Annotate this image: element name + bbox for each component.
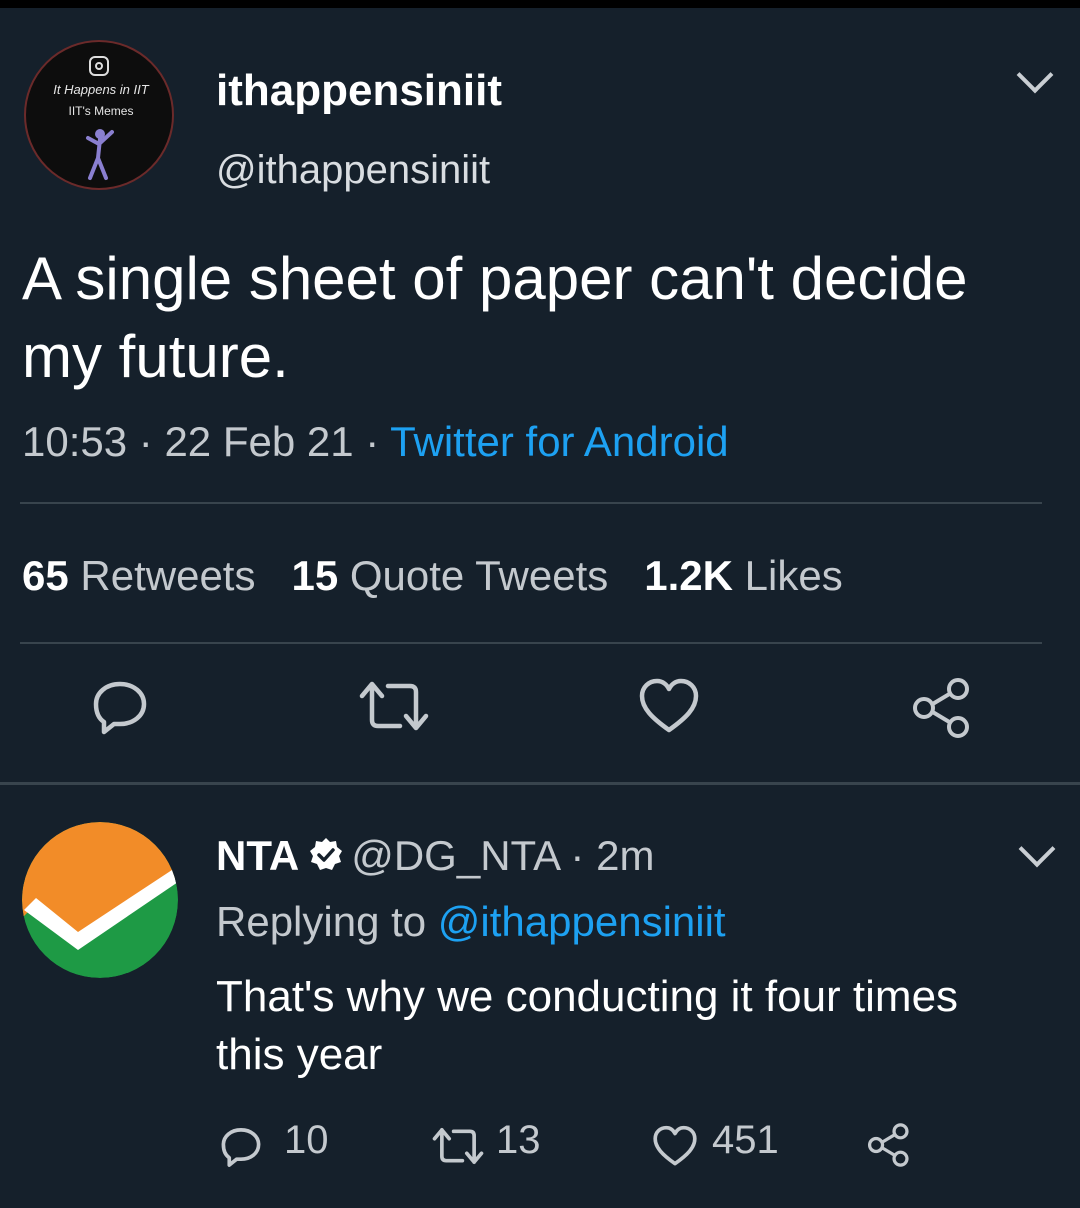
- avatar-nta[interactable]: [22, 822, 178, 978]
- retweet-icon[interactable]: [356, 676, 432, 736]
- reply-header: NTA @DG_NTA · 2m: [216, 832, 655, 879]
- retweet-icon[interactable]: [430, 1124, 486, 1168]
- verified-badge-icon: [310, 838, 343, 870]
- tweet-time: 10:53: [22, 418, 128, 465]
- avatar-logo-line2: IIT's Memes: [68, 104, 134, 118]
- tweet-source-link[interactable]: Twitter for Android: [390, 418, 728, 465]
- top-edge: [0, 0, 1080, 8]
- reply-display-name[interactable]: NTA: [216, 832, 299, 879]
- tweet-separator: [0, 782, 1080, 785]
- like-count: 451: [712, 1118, 779, 1162]
- likes-stat[interactable]: 1.2K Likes: [644, 552, 842, 599]
- tweet-display-name[interactable]: ithappensiniit: [216, 66, 502, 116]
- tweet-text: A single sheet of paper can't decide my …: [22, 245, 968, 390]
- tweet-handle[interactable]: @ithappensiniit: [216, 148, 490, 193]
- chevron-down-icon[interactable]: [1016, 56, 1054, 94]
- reply-text: That's why we conducting it four times t…: [216, 972, 959, 1079]
- like-icon[interactable]: [652, 1124, 698, 1168]
- like-icon[interactable]: [638, 676, 700, 736]
- share-icon[interactable]: [866, 1122, 912, 1168]
- retweet-count: 13: [496, 1118, 541, 1162]
- replying-to: Replying to @ithappensiniit: [216, 898, 726, 946]
- tweet-stats: 65 Retweets 15 Quote Tweets 1.2K Likes: [22, 552, 843, 600]
- chevron-down-icon[interactable]: [1018, 830, 1056, 868]
- replying-to-link[interactable]: @ithappensiniit: [438, 898, 726, 945]
- divider: [20, 502, 1042, 504]
- replying-to-prefix: Replying to: [216, 898, 427, 945]
- dancing-figure-icon: [86, 129, 114, 180]
- tweet-date: 22 Feb 21: [164, 418, 354, 465]
- reply-icon[interactable]: [218, 1124, 264, 1168]
- reply-handle[interactable]: @DG_NTA: [351, 832, 559, 879]
- instagram-icon: [89, 56, 109, 76]
- share-icon[interactable]: [910, 676, 974, 740]
- avatar-ithappensiniit[interactable]: It Happens in IIT IIT's Memes: [24, 40, 174, 190]
- tweet-meta: 10:53 · 22 Feb 21 · Twitter for Android: [22, 418, 729, 465]
- avatar-logo-line1: It Happens in IIT: [53, 82, 149, 97]
- reply-age: 2m: [596, 832, 655, 879]
- divider: [20, 642, 1042, 644]
- reply-icon[interactable]: [90, 676, 150, 736]
- quotes-stat[interactable]: 15 Quote Tweets: [291, 552, 608, 599]
- reply-count: 10: [284, 1118, 329, 1162]
- retweets-stat[interactable]: 65 Retweets: [22, 552, 255, 599]
